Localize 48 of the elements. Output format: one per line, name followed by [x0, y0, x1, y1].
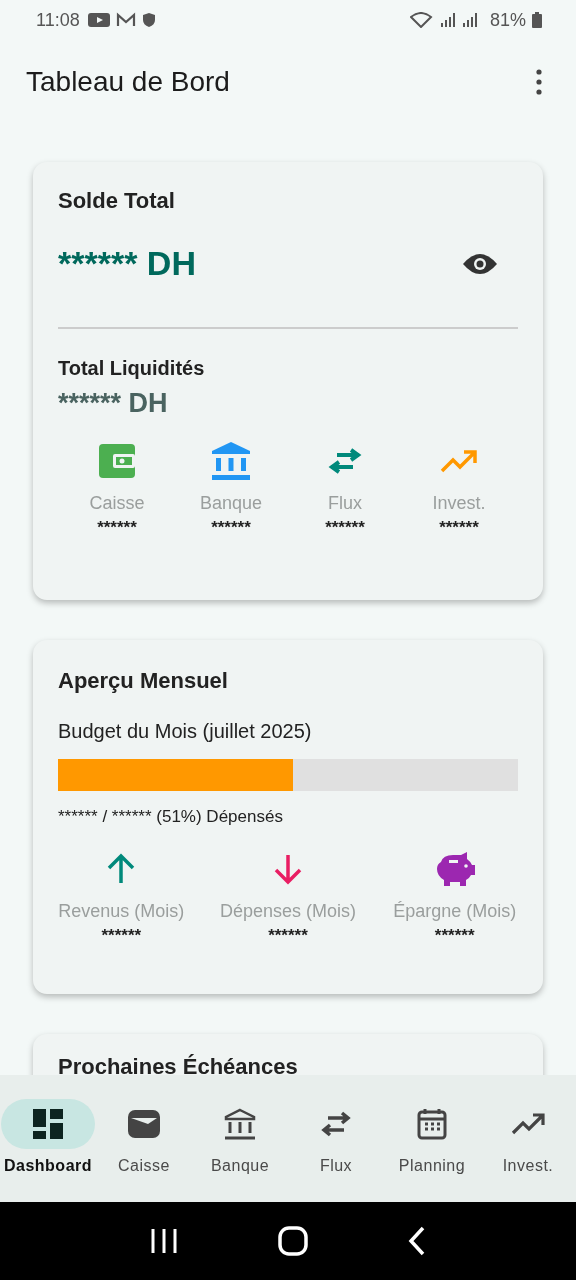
mail-icon	[115, 12, 136, 28]
card-title: Solde Total	[58, 188, 176, 214]
card-title: Prochaines Échéances	[58, 1054, 299, 1075]
transfer-arrows-icon	[320, 1111, 352, 1137]
wallet-icon	[128, 1110, 160, 1138]
signal-icon	[439, 12, 456, 28]
status-time: 11:08	[36, 9, 80, 31]
battery-percent: 81%	[489, 9, 526, 31]
account-label: Banque	[199, 493, 263, 514]
stat-value: ******	[268, 926, 308, 946]
page-title: Tableau de Bord	[26, 66, 230, 98]
stat-label: Dépenses (Mois)	[219, 901, 356, 922]
stat-value: ******	[101, 926, 142, 946]
nav-tab[interactable]: Invest.	[481, 1099, 575, 1175]
nav-tab[interactable]: Caisse	[97, 1099, 191, 1175]
recent-apps-icon[interactable]	[150, 1228, 178, 1254]
home-icon[interactable]	[278, 1226, 308, 1256]
card-title: Aperçu Mensuel	[58, 668, 229, 694]
account-label: Flux	[328, 493, 362, 514]
account-value: ******	[97, 518, 137, 538]
budget-label: Budget du Mois (juillet 2025)	[58, 720, 313, 743]
more-menu-icon[interactable]	[536, 69, 542, 95]
stat-label: Revenus (Mois)	[58, 901, 185, 922]
account-value: ******	[211, 518, 251, 538]
account-value: ******	[325, 518, 365, 538]
play-icon	[87, 12, 110, 28]
total-balance: ****** DH	[58, 244, 196, 283]
shield-icon	[141, 12, 156, 28]
eye-icon[interactable]	[462, 251, 498, 276]
account-value: ******	[439, 518, 479, 538]
signal-icon	[461, 12, 478, 28]
back-icon[interactable]	[408, 1226, 426, 1256]
account-label: Invest.	[432, 493, 486, 514]
nav-tab[interactable]: Planning	[385, 1099, 479, 1175]
liquidity-label: Total Liquidités	[58, 357, 206, 380]
nav-tab[interactable]: Banque	[193, 1099, 287, 1175]
bank-icon	[224, 1108, 256, 1140]
stat-label: Épargne (Mois)	[393, 901, 517, 922]
trending-up-icon	[511, 1112, 545, 1136]
nav-tab[interactable]: Flux	[289, 1099, 383, 1175]
wifi-icon	[409, 12, 434, 28]
battery-icon	[532, 12, 542, 28]
stat-value: ******	[434, 926, 475, 946]
liquidity-amount: ****** DH	[58, 388, 169, 419]
budget-summary: ****** / ****** (51%) Dépensés	[58, 807, 284, 827]
dashboard-icon	[33, 1109, 63, 1139]
account-label: Caisse	[89, 493, 145, 514]
calendar-icon	[417, 1108, 447, 1140]
